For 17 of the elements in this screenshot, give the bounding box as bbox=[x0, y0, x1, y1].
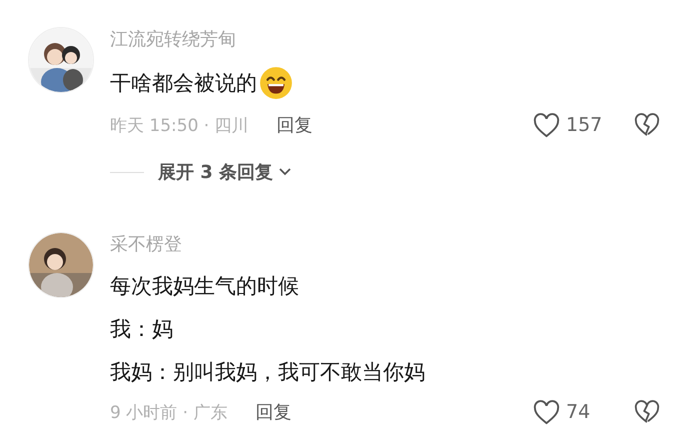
comment-text: 我妈：别叫我妈，我可不敢当你妈 bbox=[110, 359, 425, 386]
timestamp-location: 昨天 15:50 · 四川 bbox=[110, 114, 249, 136]
timestamp-location: 9 小时前 · 广东 bbox=[110, 402, 228, 424]
expand-replies-button[interactable]: 展开 3 条回复 bbox=[158, 160, 292, 184]
reply-link[interactable]: 回复 bbox=[255, 400, 292, 424]
grin-emoji-icon bbox=[259, 66, 293, 100]
broken-heart-icon[interactable] bbox=[634, 113, 660, 137]
comment-text: 每次我妈生气的时候 bbox=[110, 273, 299, 300]
comment-text: 我：妈 bbox=[110, 316, 173, 343]
like-count: 157 bbox=[566, 114, 604, 136]
comment-text: 干啥都会被说的 bbox=[110, 70, 257, 97]
like-count: 74 bbox=[566, 401, 592, 423]
like-icon[interactable] bbox=[533, 400, 560, 424]
broken-heart-icon[interactable] bbox=[634, 400, 660, 424]
reply-link[interactable]: 回复 bbox=[276, 113, 313, 137]
chevron-down-icon bbox=[279, 168, 292, 176]
like-icon[interactable] bbox=[533, 112, 560, 138]
